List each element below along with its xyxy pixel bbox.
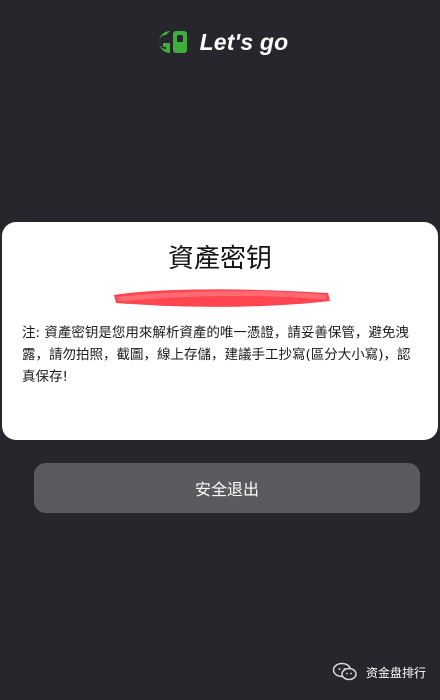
security-note: 注: 資產密钥是您用來解析資產的唯一憑證，請妥善保管，避免洩露，請勿拍照，截圖，…: [22, 325, 411, 385]
safe-logout-button[interactable]: 安全退出: [34, 463, 420, 513]
wechat-watermark: 资金盘排行: [332, 662, 426, 682]
asset-key-dialog: 資產密钥 注: 資產密钥是您用來解析資產的唯一憑證，請妥善保管，避免洩露，請勿拍…: [2, 222, 438, 440]
app-name: Let's go: [199, 28, 289, 55]
app-header-logo: Let's go: [0, 24, 440, 60]
redaction-scribble: [114, 289, 330, 307]
lets-go-logo-icon: [158, 31, 187, 53]
dialog-title: 資產密钥: [167, 244, 272, 274]
watermark-text: 资金盘排行: [365, 665, 426, 680]
wechat-icon: [332, 662, 357, 681]
